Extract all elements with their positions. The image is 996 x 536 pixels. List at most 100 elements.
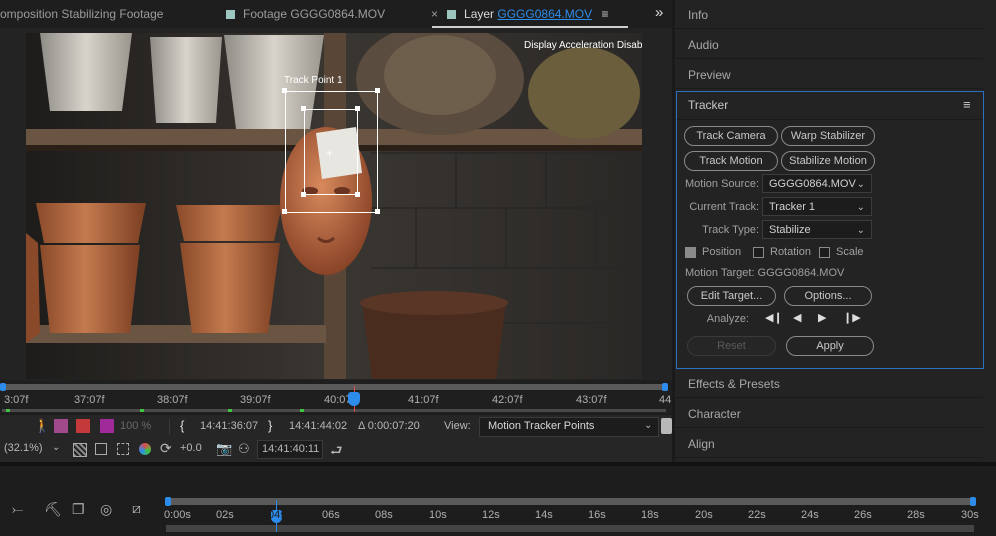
motion-blur-icon[interactable]: ◎ <box>100 501 112 518</box>
stabilize-motion-button[interactable]: Stabilize Motion <box>781 151 875 171</box>
warp-stabilizer-button[interactable]: Warp Stabilizer <box>781 126 875 146</box>
keyframe-marker <box>228 409 232 412</box>
panel-character[interactable]: Character <box>675 399 983 428</box>
reset-exposure-icon[interactable]: ⟳ <box>160 440 172 457</box>
time-ruler[interactable]: 3:07f 37:07f 38:07f 39:07f 40:07 41:07f … <box>0 380 672 414</box>
footage-frame[interactable]: + Track Point 1 Display Acceleration Dis… <box>26 33 642 379</box>
track-type-dropdown[interactable]: Stabilize ⌄ <box>762 220 872 239</box>
panel-effects-presets[interactable]: Effects & Presets <box>675 369 983 398</box>
chevron-down-icon[interactable]: ⌄ <box>52 442 60 453</box>
graph-editor-icon[interactable]: ⧄ <box>132 500 141 517</box>
parent-link-icon[interactable]: ⤚ <box>12 501 23 518</box>
work-area-end-handle[interactable] <box>662 383 668 391</box>
timeline-work-area-end[interactable] <box>970 497 976 506</box>
out-point-time[interactable]: 14:41:44:02 <box>289 420 347 432</box>
motion-source-dropdown[interactable]: GGGG0864.MOV ⌄ <box>762 174 872 193</box>
frame-blending-icon[interactable]: ❐ <box>72 501 85 518</box>
current-time-box[interactable]: 14:41:40:11 <box>257 440 323 459</box>
track-handle[interactable] <box>375 209 380 214</box>
panel-info[interactable]: Info <box>675 0 983 29</box>
track-handle[interactable] <box>282 209 287 214</box>
position-checkbox[interactable] <box>685 247 696 258</box>
zoom-level[interactable]: (32.1%) <box>4 442 43 454</box>
color-channels-icon[interactable] <box>139 443 151 455</box>
track-handle[interactable] <box>301 192 306 197</box>
timeline-layer-bar[interactable] <box>166 525 974 532</box>
timeline-tick: 16s <box>588 509 606 521</box>
track-handle[interactable] <box>355 106 360 111</box>
timeline-tick: 26s <box>854 509 872 521</box>
go-to-time-icon[interactable]: ⮐ <box>330 440 343 464</box>
ruler-tick: 44 <box>659 394 672 406</box>
timeline-tick: 24s <box>801 509 819 521</box>
tracker-title: Tracker <box>688 98 729 112</box>
keyframe-marker <box>6 409 10 412</box>
rotation-checkbox[interactable] <box>753 247 764 258</box>
view-dropdown[interactable]: Motion Tracker Points ⌄ <box>479 417 659 437</box>
track-handle[interactable] <box>301 106 306 111</box>
alpha-mode-icon[interactable] <box>54 419 68 433</box>
in-point-time[interactable]: 14:41:36:07 <box>200 420 258 432</box>
set-out-point-icon[interactable]: } <box>268 418 272 433</box>
track-motion-button[interactable]: Track Motion <box>684 151 778 171</box>
track-handle[interactable] <box>282 88 287 93</box>
set-in-point-icon[interactable]: { <box>180 418 184 433</box>
ruler-tick: 38:07f <box>157 394 188 406</box>
tab-composition[interactable]: omposition Stabilizing Footage <box>0 7 163 21</box>
reset-button[interactable]: Reset <box>687 336 776 356</box>
view-dropdown-value: Motion Tracker Points <box>488 420 595 432</box>
toggle-checkbox-icon[interactable] <box>661 418 672 434</box>
exposure-value[interactable]: +0.0 <box>180 442 202 454</box>
panel-preview-title: Preview <box>688 68 731 82</box>
scale-checkbox[interactable] <box>819 247 830 258</box>
region-of-interest-icon[interactable] <box>95 443 107 455</box>
walk-figure-icon[interactable]: 🚶 <box>34 418 50 434</box>
grid-guides-icon[interactable] <box>117 443 129 455</box>
shy-layers-icon[interactable]: ⛏ <box>44 501 62 518</box>
panel-align[interactable]: Align <box>675 429 983 458</box>
tab-menu-icon[interactable]: ≡ <box>601 7 608 21</box>
tab-layer[interactable]: × Layer GGGG0864.MOV ≡ <box>431 7 608 21</box>
ruler-tick: 39:07f <box>240 394 271 406</box>
tracker-menu-icon[interactable]: ≡ <box>963 97 971 112</box>
track-handle[interactable] <box>355 192 360 197</box>
snapshot-camera-icon[interactable]: 📷 <box>216 441 232 457</box>
show-snapshot-icon[interactable]: ⚇ <box>238 441 250 457</box>
render-mode-icon[interactable] <box>76 419 90 433</box>
analyze-back-one-frame-icon[interactable]: ◀❙ <box>765 311 783 324</box>
ruler-tick: 41:07f <box>408 394 439 406</box>
timeline-tick: 04s <box>268 509 286 521</box>
timeline-tick: 10s <box>429 509 447 521</box>
options-button[interactable]: Options... <box>784 286 872 306</box>
timeline-tick: 06s <box>322 509 340 521</box>
tab-footage[interactable]: Footage GGGG0864.MOV <box>226 7 385 21</box>
current-track-label: Current Track: <box>689 201 759 213</box>
analyze-backward-icon[interactable]: ◀ <box>793 311 801 324</box>
apply-button[interactable]: Apply <box>786 336 874 356</box>
tab-overflow-icon[interactable]: » <box>655 4 663 21</box>
panel-audio[interactable]: Audio <box>675 30 983 59</box>
footage-swatch-icon <box>226 10 235 19</box>
analyze-forward-one-frame-icon[interactable]: ❙▶ <box>843 311 861 324</box>
close-tab-icon[interactable]: × <box>431 7 438 21</box>
edit-target-button[interactable]: Edit Target... <box>687 286 776 306</box>
rotation-label: Rotation <box>770 246 811 258</box>
timeline-work-area-start[interactable] <box>165 497 171 506</box>
analyze-forward-icon[interactable]: ▶ <box>818 311 826 324</box>
track-point-label: Track Point 1 <box>284 75 343 86</box>
work-area-start-handle[interactable] <box>0 383 6 391</box>
panel-preview[interactable]: Preview <box>675 60 983 89</box>
track-handle[interactable] <box>375 88 380 93</box>
color-swatch-icon[interactable] <box>100 419 114 433</box>
transparency-grid-icon[interactable] <box>73 443 87 457</box>
work-area-bar[interactable] <box>2 384 666 390</box>
current-track-dropdown[interactable]: Tracker 1 ⌄ <box>762 197 872 216</box>
timeline-tick: 18s <box>641 509 659 521</box>
track-point-crosshair-icon[interactable]: + <box>326 147 338 159</box>
chevron-down-icon: ⌄ <box>856 179 865 190</box>
panel-audio-title: Audio <box>688 38 719 52</box>
track-camera-button[interactable]: Track Camera <box>684 126 778 146</box>
divider <box>677 119 983 120</box>
timeline-work-area[interactable] <box>166 498 974 505</box>
playhead-handle[interactable] <box>348 392 360 406</box>
